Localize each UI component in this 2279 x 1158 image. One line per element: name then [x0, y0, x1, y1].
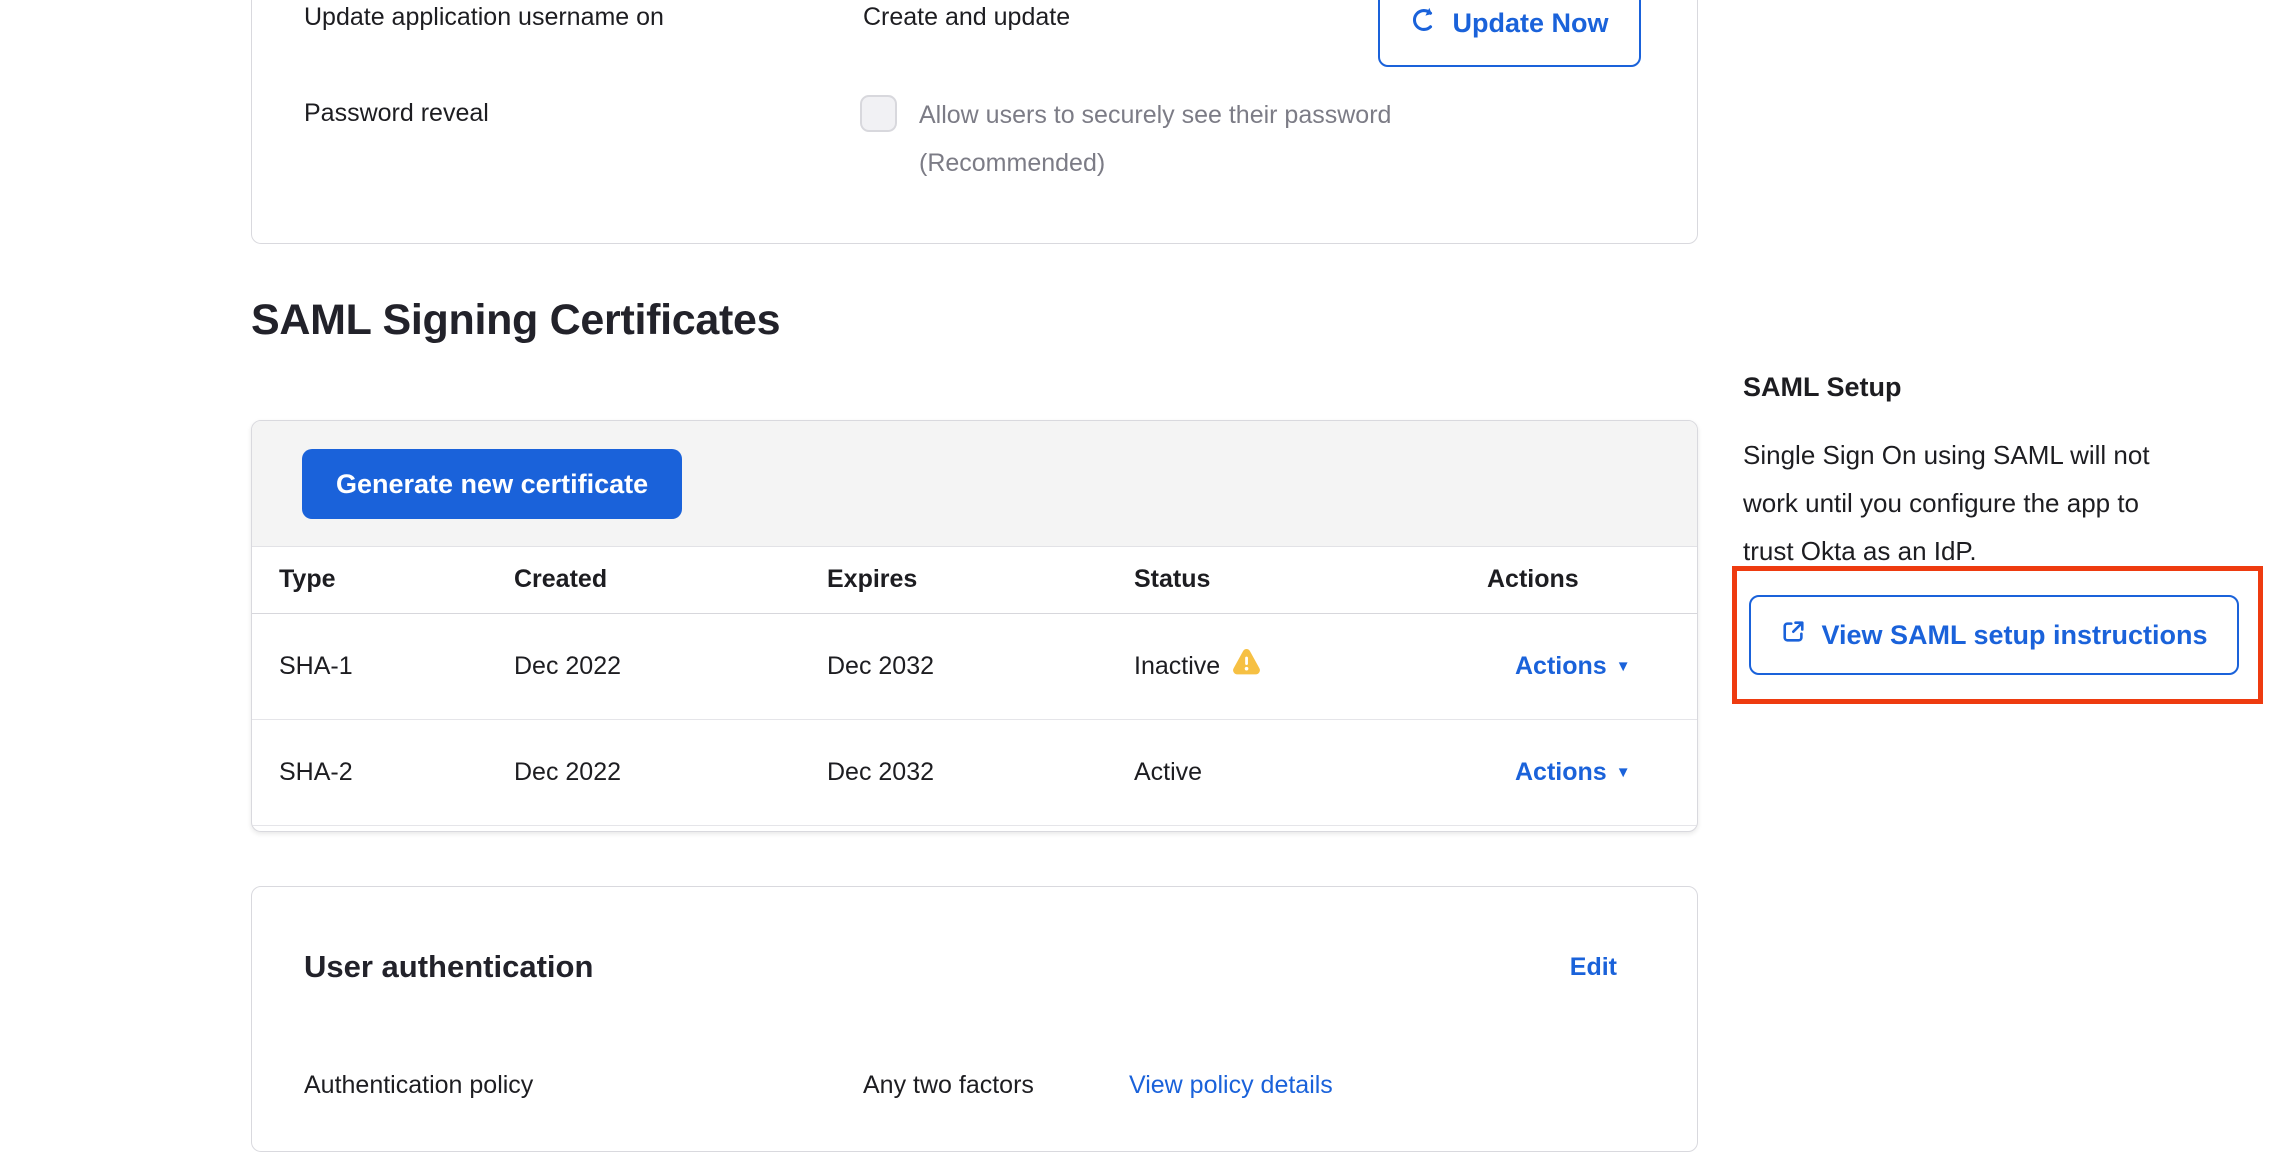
password-reveal-checkbox-label-2: (Recommended) [919, 149, 1105, 178]
certificates-table: Type Created Expires Status Actions SHA-… [252, 547, 1697, 826]
column-header-type: Type [252, 547, 487, 613]
refresh-icon [1410, 6, 1438, 41]
user-authentication-card: User authentication Edit Authentication … [251, 886, 1698, 1152]
certificates-card: Generate new certificate Type Created Ex… [251, 420, 1698, 832]
username-update-label: Update application username on [304, 3, 664, 32]
cell-status: Active [1107, 719, 1460, 825]
update-now-label: Update Now [1452, 8, 1608, 39]
status-text: Inactive [1134, 652, 1220, 681]
table-header-row: Type Created Expires Status Actions [252, 547, 1697, 613]
status-text: Active [1134, 758, 1202, 787]
column-header-expires: Expires [800, 547, 1107, 613]
column-header-status: Status [1107, 547, 1460, 613]
cell-expires: Dec 2032 [800, 613, 1107, 719]
auth-policy-value: Any two factors [863, 1071, 1034, 1100]
saml-setup-description: Single Sign On using SAML will not work … [1743, 431, 2150, 575]
caret-down-icon: ▼ [1616, 764, 1631, 781]
password-reveal-checkbox-label: Allow users to securely see their passwo… [919, 101, 1391, 130]
cell-status: Inactive [1107, 613, 1460, 719]
view-saml-instructions-button[interactable]: View SAML setup instructions [1749, 595, 2239, 675]
cell-created: Dec 2022 [487, 719, 800, 825]
warning-icon [1232, 649, 1261, 683]
certificates-card-header: Generate new certificate [252, 421, 1697, 547]
username-update-value: Create and update [863, 3, 1070, 32]
cell-type: SHA-2 [252, 719, 487, 825]
sign-on-settings-card: Update application username on Create an… [251, 0, 1698, 244]
saml-setup-description-line: Single Sign On using SAML will not [1743, 431, 2150, 479]
password-reveal-label: Password reveal [304, 99, 489, 128]
cell-type: SHA-1 [252, 613, 487, 719]
actions-dropdown[interactable]: Actions▼ [1515, 758, 1631, 786]
edit-button[interactable]: Edit [1570, 953, 1617, 982]
saml-setup-heading: SAML Setup [1743, 372, 1902, 403]
generate-certificate-button[interactable]: Generate new certificate [302, 449, 682, 519]
column-header-created: Created [487, 547, 800, 613]
external-link-icon [1780, 618, 1807, 652]
view-policy-details-link[interactable]: View policy details [1129, 1071, 1333, 1100]
page-title: SAML Signing Certificates [251, 296, 780, 345]
table-row: SHA-1 Dec 2022 Dec 2032 Inactive [252, 613, 1697, 719]
saml-setup-description-line: work until you configure the app to [1743, 479, 2150, 527]
user-authentication-title: User authentication [304, 949, 593, 985]
actions-dropdown[interactable]: Actions▼ [1515, 652, 1631, 680]
auth-policy-label: Authentication policy [304, 1071, 533, 1100]
view-saml-instructions-label: View SAML setup instructions [1821, 620, 2207, 651]
cell-expires: Dec 2032 [800, 719, 1107, 825]
table-row: SHA-2 Dec 2022 Dec 2032 Active Actions▼ [252, 719, 1697, 825]
update-now-button[interactable]: Update Now [1378, 0, 1641, 67]
password-reveal-checkbox[interactable] [860, 95, 897, 132]
saml-setup-description-line: trust Okta as an IdP. [1743, 527, 2150, 575]
caret-down-icon: ▼ [1616, 658, 1631, 675]
column-header-actions: Actions [1460, 547, 1697, 613]
cell-created: Dec 2022 [487, 613, 800, 719]
